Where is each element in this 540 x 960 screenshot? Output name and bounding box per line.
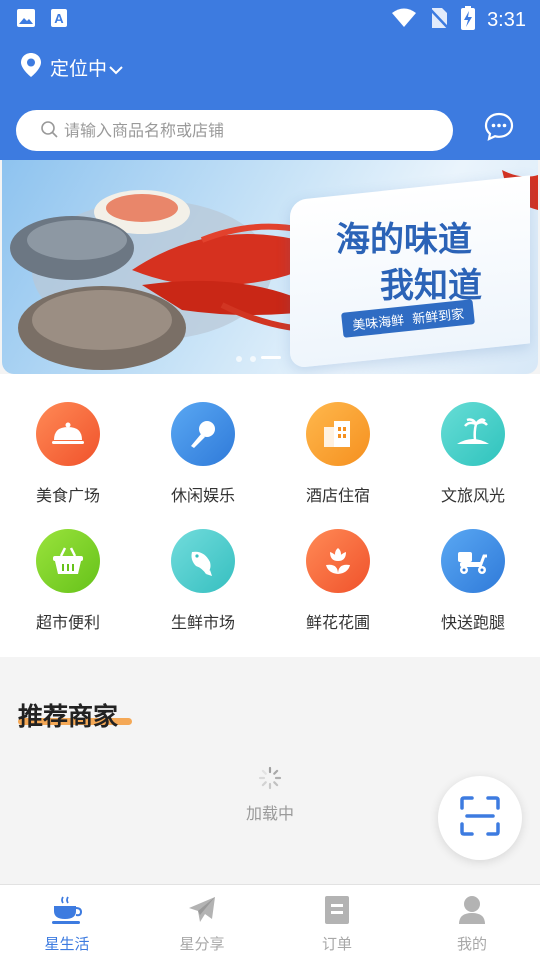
tab-star-life[interactable]: 星生活 bbox=[7, 895, 127, 954]
coffee-cup-icon bbox=[51, 896, 83, 929]
category-hotel[interactable]: 酒店住宿 bbox=[278, 402, 398, 506]
hotel-building-icon bbox=[306, 402, 370, 466]
header: A 3:31 定位中 bbox=[0, 0, 540, 160]
bottom-tab-bar: 星生活 星分享 订单 我的 bbox=[0, 884, 540, 960]
section-title: 推荐商家 bbox=[18, 702, 119, 731]
palm-island-icon bbox=[441, 402, 505, 466]
category-fresh-market[interactable]: 生鲜市场 bbox=[143, 529, 263, 633]
tab-label: 订单 bbox=[321, 935, 352, 953]
location-pin-icon bbox=[20, 52, 42, 83]
no-sim-icon bbox=[429, 7, 449, 33]
category-label: 休闲娱乐 bbox=[170, 486, 235, 505]
tab-label: 我的 bbox=[456, 935, 487, 953]
clock: 3:31 bbox=[487, 8, 526, 31]
user-icon bbox=[458, 896, 486, 929]
flower-icon bbox=[306, 529, 370, 593]
pagination-dot[interactable] bbox=[236, 356, 242, 362]
search-input[interactable] bbox=[64, 121, 424, 140]
food-cloche-icon bbox=[36, 402, 100, 466]
category-label: 酒店住宿 bbox=[305, 486, 370, 505]
scan-qr-icon bbox=[459, 795, 501, 841]
search-bar[interactable] bbox=[16, 110, 453, 151]
tab-orders[interactable]: 订单 bbox=[277, 895, 397, 954]
category-food[interactable]: 美食广场 bbox=[8, 402, 128, 506]
category-flowers[interactable]: 鲜花花圃 bbox=[278, 529, 398, 633]
scan-button[interactable] bbox=[438, 776, 522, 860]
tab-mine[interactable]: 我的 bbox=[412, 895, 532, 954]
category-label: 鲜花花圃 bbox=[305, 613, 370, 632]
location-label: 定位中 bbox=[50, 58, 108, 80]
spinner-icon bbox=[258, 766, 282, 794]
category-label: 文旅风光 bbox=[440, 486, 505, 505]
image-icon bbox=[16, 8, 36, 32]
category-label: 美食广场 bbox=[35, 486, 100, 505]
category-delivery[interactable]: 快送跑腿 bbox=[413, 529, 533, 633]
font-a-icon: A bbox=[50, 8, 68, 32]
category-label: 快送跑腿 bbox=[440, 613, 505, 632]
banner-headline-1: 海的味道 bbox=[336, 220, 472, 260]
battery-charging-icon bbox=[461, 6, 476, 34]
shopping-basket-icon bbox=[36, 529, 100, 593]
scooter-icon bbox=[441, 529, 505, 593]
tab-label: 星生活 bbox=[44, 935, 90, 953]
category-supermarket[interactable]: 超市便利 bbox=[8, 529, 128, 633]
category-label: 生鲜市场 bbox=[170, 613, 235, 632]
paper-plane-icon bbox=[187, 897, 217, 929]
search-icon bbox=[40, 120, 58, 142]
tab-star-share[interactable]: 星分享 bbox=[142, 895, 262, 954]
status-bar: A 3:31 bbox=[0, 0, 540, 36]
banner-pagination bbox=[0, 352, 540, 362]
category-travel[interactable]: 文旅风光 bbox=[413, 402, 533, 506]
chevron-down-icon bbox=[109, 58, 123, 80]
tab-label: 星分享 bbox=[179, 935, 225, 953]
pagination-dot-active[interactable] bbox=[261, 356, 281, 359]
wifi-icon bbox=[391, 8, 417, 32]
order-doc-icon bbox=[324, 896, 350, 929]
microphone-icon bbox=[171, 402, 235, 466]
category-entertainment[interactable]: 休闲娱乐 bbox=[143, 402, 263, 506]
location-selector[interactable]: 定位中 bbox=[20, 52, 123, 83]
chat-bubble-icon bbox=[484, 112, 514, 146]
message-button[interactable] bbox=[484, 112, 514, 146]
pagination-dot[interactable] bbox=[250, 356, 256, 362]
fish-icon bbox=[171, 529, 235, 593]
category-grid: 美食广场 休闲娱乐 酒店住宿 文旅风光 超市便利 生鲜市场 鲜花花圃 快送跑腿 bbox=[0, 374, 540, 657]
category-label: 超市便利 bbox=[35, 613, 100, 632]
svg-text:A: A bbox=[54, 11, 64, 26]
